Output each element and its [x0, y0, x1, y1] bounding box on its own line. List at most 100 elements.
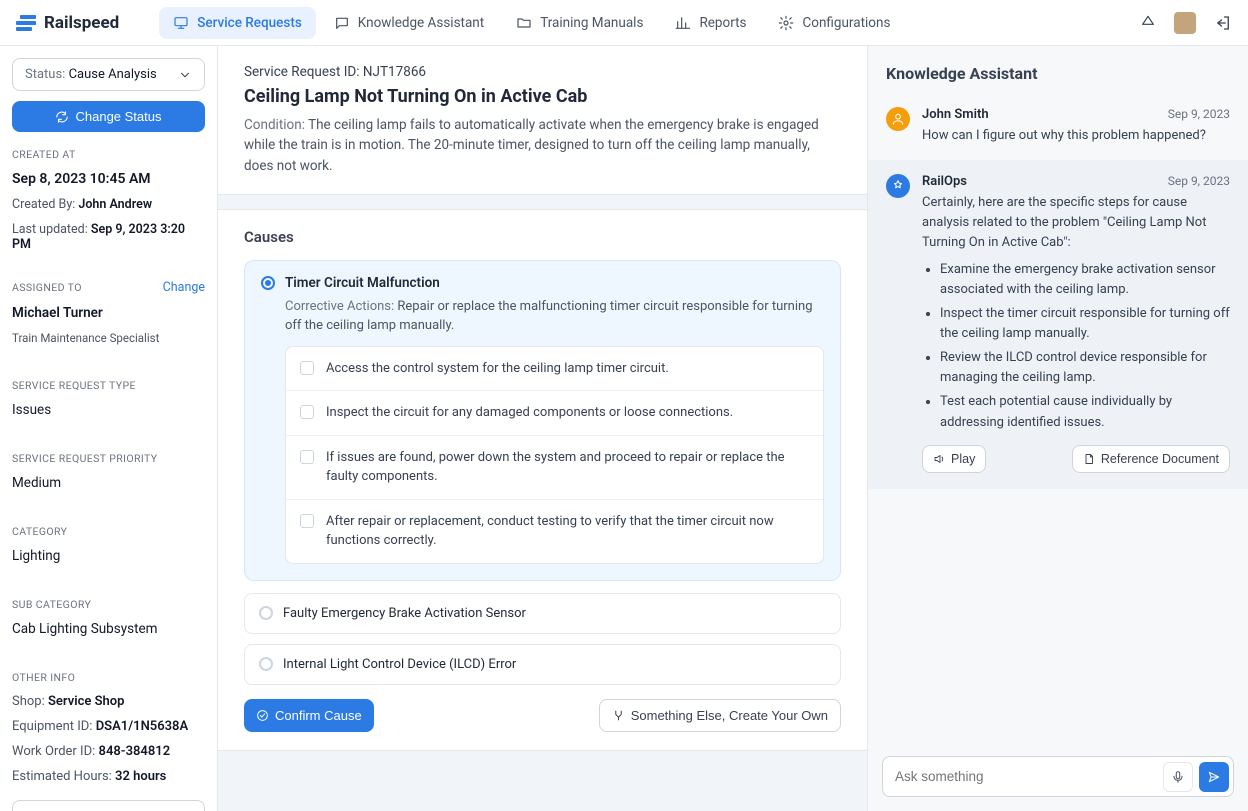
created-at-label: CREATED AT	[12, 148, 205, 161]
radio-icon	[259, 657, 273, 671]
corrective-checklist: Access the control system for the ceilin…	[285, 346, 824, 564]
mic-button[interactable]	[1163, 762, 1193, 792]
type-value: Issues	[12, 402, 205, 418]
checklist-item: After repair or replacement, conduct tes…	[286, 500, 823, 563]
main-content: Service Request ID: NJT17866 Ceiling Lam…	[218, 46, 868, 811]
causes-heading: Causes	[244, 228, 841, 246]
msg-intro: Certainly, here are the specific steps f…	[922, 195, 1206, 250]
button-label: Change Status	[75, 109, 161, 124]
msg-bullets: Examine the emergency brake activation s…	[940, 260, 1230, 433]
assignee-name: Michael Turner	[12, 305, 205, 321]
priority-label: SERVICE REQUEST PRIORITY	[12, 452, 205, 465]
tab-configurations[interactable]: Configurations	[764, 7, 904, 39]
msg-author: John Smith	[922, 107, 989, 122]
checkbox-icon[interactable]	[300, 450, 314, 464]
step-text: After repair or replacement, conduct tes…	[326, 512, 809, 551]
checkbox-icon[interactable]	[300, 405, 314, 419]
equipment-value: DSA1/1N5638A	[96, 719, 188, 734]
user-avatar-icon	[886, 107, 910, 131]
type-label: SERVICE REQUEST TYPE	[12, 379, 205, 392]
radio-icon	[259, 606, 273, 620]
tab-label: Training Manuals	[540, 15, 643, 31]
reference-doc-button[interactable]: Reference Document	[1072, 445, 1230, 473]
tab-label: Reports	[699, 15, 746, 31]
something-else-button[interactable]: Something Else, Create Your Own	[599, 699, 841, 732]
chart-icon	[675, 15, 691, 31]
tab-label: Knowledge Assistant	[358, 15, 484, 31]
check-circle-icon	[256, 709, 269, 722]
subcategory-value: Cab Lighting Subsystem	[12, 621, 205, 637]
gear-icon	[778, 15, 794, 31]
sidebar: Status: Cause Analysis Change Status CRE…	[0, 46, 218, 811]
cause-radio-row[interactable]: Timer Circuit Malfunction	[261, 275, 824, 291]
assignee-role: Train Maintenance Specialist	[12, 331, 205, 345]
step-text: Access the control system for the ceilin…	[326, 359, 669, 379]
tab-training-manuals[interactable]: Training Manuals	[502, 7, 657, 39]
confirm-cause-button[interactable]: Confirm Cause	[244, 699, 374, 732]
priority-value: Medium	[12, 475, 205, 491]
bot-avatar-icon	[886, 174, 910, 198]
condition-text: The ceiling lamp fails to automatically …	[244, 117, 819, 174]
topbar-right	[1140, 12, 1232, 34]
play-button[interactable]: Play	[922, 445, 986, 473]
created-by-label: Created By:	[12, 197, 75, 212]
bell-icon[interactable]	[1140, 15, 1156, 31]
other-label: OTHER INFO	[12, 671, 205, 684]
speaker-icon	[933, 453, 945, 465]
request-header-block: Service Request ID: NJT17866 Ceiling Lam…	[218, 46, 867, 195]
tab-service-requests[interactable]: Service Requests	[159, 7, 316, 39]
category-label: CATEGORY	[12, 525, 205, 538]
bullet-item: Review the ILCD control device responsib…	[940, 348, 1230, 388]
causes-block: Causes Timer Circuit Malfunction Correct…	[218, 209, 867, 751]
assistant-message: RailOps Sep 9, 2023 Certainly, here are …	[868, 160, 1248, 489]
checkbox-icon[interactable]	[300, 361, 314, 375]
logout-icon[interactable]	[1214, 14, 1232, 32]
category-value: Lighting	[12, 548, 205, 564]
msg-author: RailOps	[922, 174, 967, 189]
esthours-label: Estimated Hours:	[12, 769, 112, 784]
equipment-label: Equipment ID:	[12, 719, 92, 734]
shop-value: Service Shop	[48, 694, 124, 709]
shop-label: Shop:	[12, 694, 45, 709]
folder-icon	[516, 15, 532, 31]
cause-option-label: Faulty Emergency Brake Activation Sensor	[283, 606, 526, 621]
cause-option[interactable]: Internal Light Control Device (ILCD) Err…	[244, 644, 841, 685]
composer	[868, 742, 1248, 811]
tab-knowledge-assistant[interactable]: Knowledge Assistant	[320, 7, 498, 39]
status-value: Cause Analysis	[69, 67, 157, 82]
msg-date: Sep 9, 2023	[1168, 107, 1230, 122]
logo-mark-icon	[16, 15, 36, 31]
topbar: Railspeed Service Requests Knowledge Ass…	[0, 0, 1248, 46]
msg-text: How can I figure out why this problem ha…	[922, 126, 1230, 146]
update-service-request-button[interactable]: Update Service Request	[12, 800, 205, 811]
status-dropdown[interactable]: Status: Cause Analysis	[12, 58, 205, 91]
created-at-value: Sep 8, 2023 10:45 AM	[12, 171, 205, 187]
branch-icon	[612, 709, 625, 722]
tab-reports[interactable]: Reports	[661, 7, 760, 39]
cause-option[interactable]: Faulty Emergency Brake Activation Sensor	[244, 593, 841, 634]
ask-input[interactable]	[895, 761, 1157, 792]
step-text: Inspect the circuit for any damaged comp…	[326, 403, 733, 423]
step-text: If issues are found, power down the syst…	[326, 448, 809, 487]
user-message: John Smith Sep 9, 2023 How can I figure …	[868, 97, 1248, 160]
bullet-item: Inspect the timer circuit responsible fo…	[940, 304, 1230, 344]
mic-icon	[1171, 770, 1185, 784]
button-label: Something Else, Create Your Own	[631, 708, 828, 723]
avatar[interactable]	[1174, 12, 1196, 34]
send-button[interactable]	[1199, 762, 1229, 792]
logo: Railspeed	[16, 13, 119, 33]
cause-selected-card: Timer Circuit Malfunction Corrective Act…	[244, 260, 841, 581]
request-id-label: Service Request ID:	[244, 64, 360, 80]
change-status-button[interactable]: Change Status	[12, 101, 205, 132]
bullet-item: Test each potential cause individually b…	[940, 392, 1230, 432]
change-assignee-link[interactable]: Change	[163, 280, 205, 295]
checkbox-icon[interactable]	[300, 514, 314, 528]
request-title: Ceiling Lamp Not Turning On in Active Ca…	[244, 86, 841, 107]
request-id-value: NJT17866	[363, 64, 426, 80]
monitor-icon	[173, 15, 189, 31]
nav-tabs: Service Requests Knowledge Assistant Tra…	[159, 7, 1140, 39]
created-by-value: John Andrew	[78, 197, 152, 212]
assistant-title: Knowledge Assistant	[868, 46, 1248, 97]
checklist-item: If issues are found, power down the syst…	[286, 436, 823, 500]
button-label: Reference Document	[1101, 452, 1219, 466]
